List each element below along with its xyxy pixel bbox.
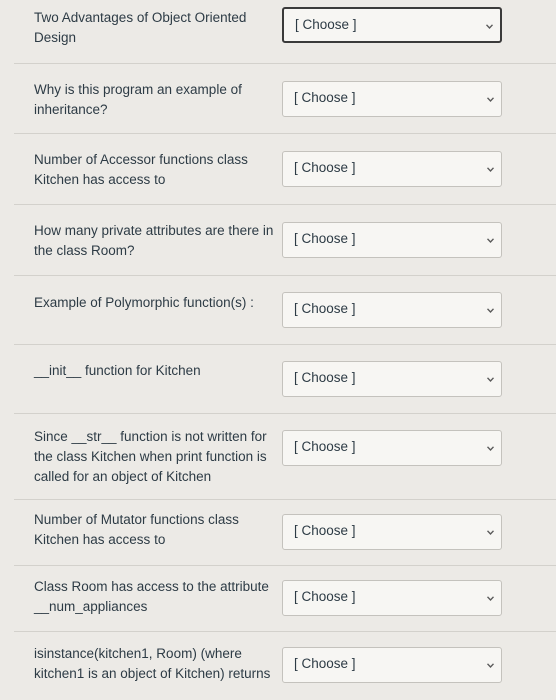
- question-text: Two Advantages of Object Oriented Design: [34, 10, 247, 45]
- answer-select[interactable]: [ Choose ]: [282, 222, 502, 258]
- question-text: Class Room has access to the attribute _…: [34, 579, 269, 614]
- question-text: Since __str__ function is not written fo…: [34, 429, 267, 484]
- chevron-down-icon: [487, 662, 494, 669]
- question-row: __init__ function for Kitchen [ Choose ]: [14, 345, 556, 414]
- question-row: Number of Accessor functions class Kitch…: [14, 134, 556, 205]
- question-row: Two Advantages of Object Oriented Design…: [14, 0, 556, 64]
- select-value: [ Choose ]: [294, 301, 356, 316]
- answer-select[interactable]: [ Choose ]: [282, 292, 502, 328]
- chevron-down-icon: [487, 166, 494, 173]
- question-row: Example of Polymorphic function(s) : [ C…: [14, 276, 556, 345]
- question-text: Why is this program an example of inheri…: [34, 82, 242, 117]
- answer-select[interactable]: [ Choose ]: [282, 514, 502, 550]
- question-row: Since __str__ function is not written fo…: [14, 414, 556, 500]
- question-text: Number of Mutator functions class Kitche…: [34, 512, 239, 547]
- select-value: [ Choose ]: [294, 589, 356, 604]
- answer-select[interactable]: [ Choose ]: [282, 81, 502, 117]
- chevron-down-icon: [486, 23, 493, 30]
- select-value: [ Choose ]: [294, 523, 356, 538]
- question-text: Number of Accessor functions class Kitch…: [34, 152, 248, 187]
- chevron-down-icon: [487, 595, 494, 602]
- select-value: [ Choose ]: [294, 656, 356, 671]
- question-row: Class Room has access to the attribute _…: [14, 566, 556, 632]
- answer-select[interactable]: [ Choose ]: [282, 580, 502, 616]
- select-value: [ Choose ]: [294, 439, 356, 454]
- answer-select[interactable]: [ Choose ]: [282, 7, 502, 43]
- chevron-down-icon: [487, 376, 494, 383]
- chevron-down-icon: [487, 96, 494, 103]
- question-text: isinstance(kitchen1, Room) (where kitche…: [34, 646, 271, 681]
- question-text: Example of Polymorphic function(s) :: [34, 295, 254, 310]
- question-row: Number of Mutator functions class Kitche…: [14, 500, 556, 566]
- select-value: [ Choose ]: [294, 231, 356, 246]
- select-value: [ Choose ]: [295, 17, 357, 32]
- answer-select[interactable]: [ Choose ]: [282, 361, 502, 397]
- question-text: __init__ function for Kitchen: [34, 363, 201, 378]
- answer-select[interactable]: [ Choose ]: [282, 430, 502, 466]
- select-value: [ Choose ]: [294, 90, 356, 105]
- answer-select[interactable]: [ Choose ]: [282, 151, 502, 187]
- question-row: Why is this program an example of inheri…: [14, 64, 556, 134]
- answer-select[interactable]: [ Choose ]: [282, 647, 502, 683]
- question-row: How many private attributes are there in…: [14, 205, 556, 276]
- select-value: [ Choose ]: [294, 160, 356, 175]
- chevron-down-icon: [487, 237, 494, 244]
- question-row: isinstance(kitchen1, Room) (where kitche…: [14, 632, 556, 700]
- chevron-down-icon: [487, 529, 494, 536]
- chevron-down-icon: [487, 307, 494, 314]
- question-text: How many private attributes are there in…: [34, 223, 274, 258]
- chevron-down-icon: [487, 445, 494, 452]
- select-value: [ Choose ]: [294, 370, 356, 385]
